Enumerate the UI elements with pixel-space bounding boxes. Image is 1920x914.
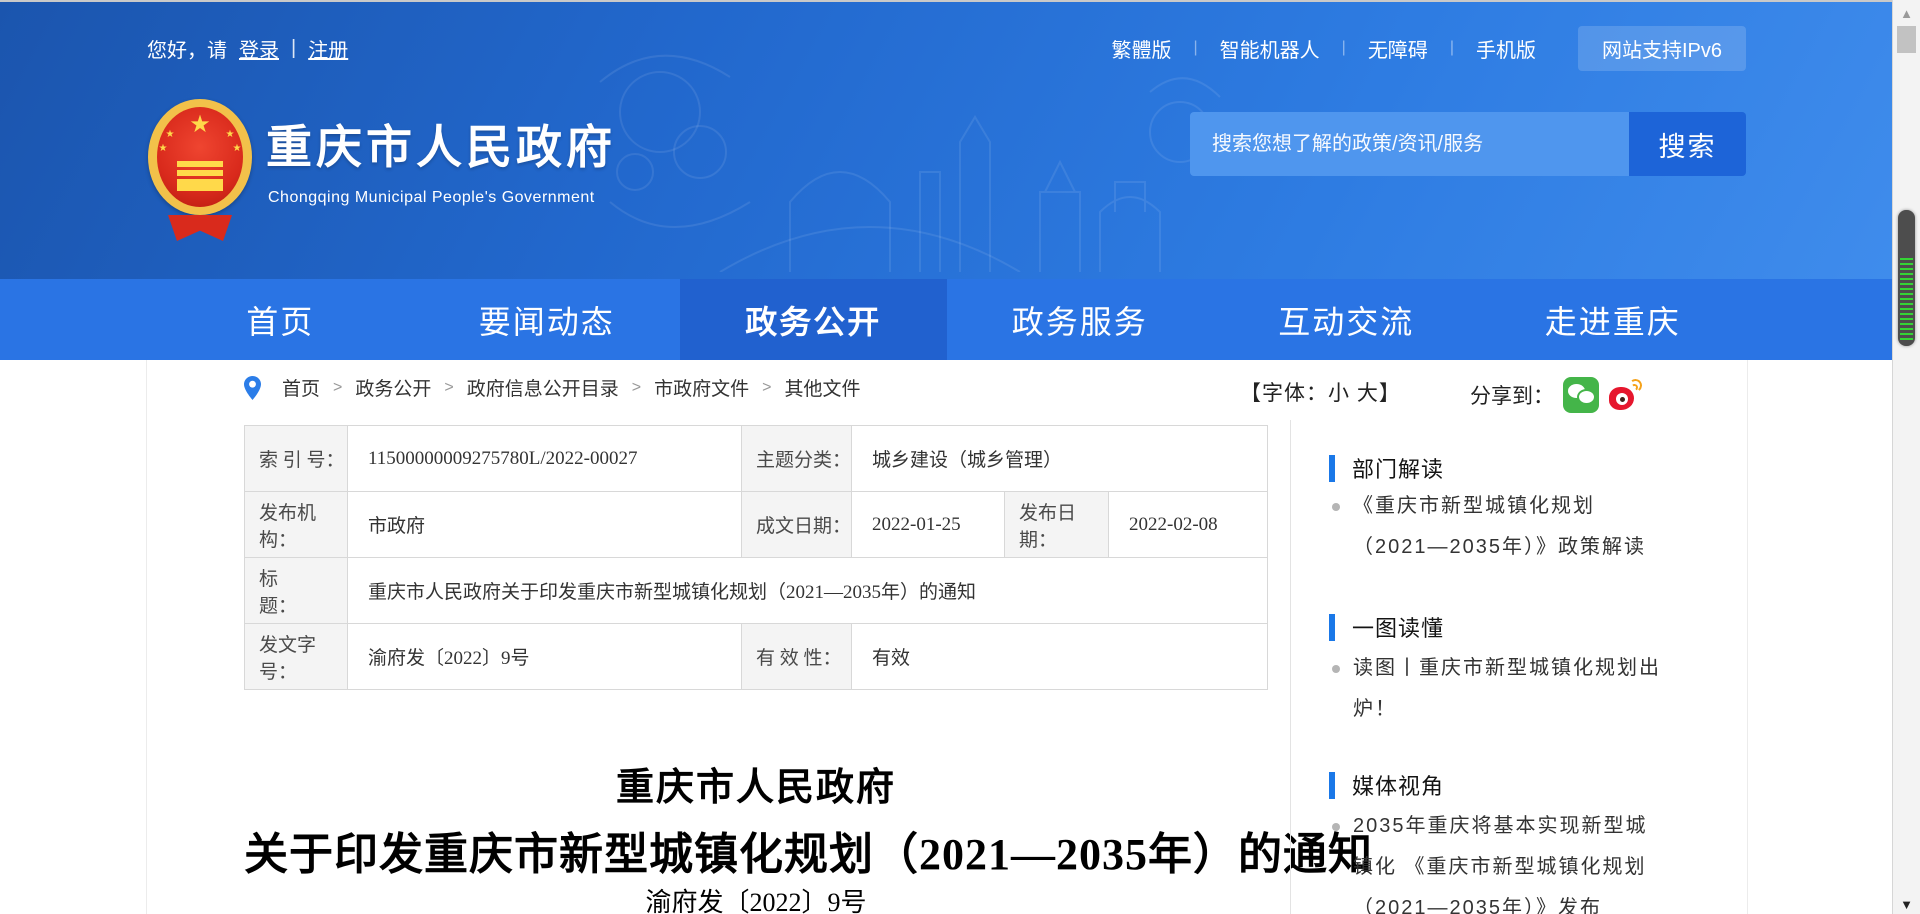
card-right-edge — [1747, 360, 1748, 914]
user-area: 您好，请 登录 | 注册 — [147, 34, 348, 63]
index-number-label: 索 引 号： — [245, 426, 348, 492]
location-pin-icon — [244, 376, 261, 400]
font-size-tool: 【字体：小 大】 — [1240, 377, 1401, 407]
sidebar-item-infographic[interactable]: 读图丨重庆市新型城镇化规划出 炉！ — [1332, 648, 1744, 730]
mobile-version-link[interactable]: 手机版 — [1454, 34, 1558, 63]
issuing-agency-label: 发布机构： — [245, 492, 348, 558]
font-larger-button[interactable]: 大 — [1357, 382, 1379, 405]
share-tool: 分享到： — [1470, 377, 1644, 413]
content-area: 首页 > 政务公开 > 政府信息公开目录 > 市政府文件 > 其他文件 【字体：… — [0, 360, 1892, 914]
sidebar-divider — [1290, 420, 1291, 914]
nav-item-news[interactable]: 要闻动态 — [414, 279, 681, 360]
font-tool-prefix: 【字体： — [1240, 382, 1328, 405]
sidebar-section-media-view: 媒体视角 — [1329, 769, 1444, 801]
top-utility-bar: 您好，请 登录 | 注册 繁體版 | 智能机器人 | 无障碍 | 手机版 网站支… — [147, 26, 1746, 70]
doc-title-label: 标 题： — [245, 558, 348, 624]
table-row: 索 引 号： 11500000009275780L/2022-00027 主题分… — [245, 426, 1268, 492]
breadcrumb-separator: > — [444, 379, 453, 397]
login-register-divider: | — [291, 37, 296, 60]
section-title: 部门解读 — [1352, 452, 1444, 484]
login-link[interactable]: 登录 — [239, 34, 279, 63]
utility-links: 繁體版 | 智能机器人 | 无障碍 | 手机版 网站支持IPv6 — [1090, 26, 1747, 71]
issuing-agency-value: 市政府 — [348, 492, 742, 558]
card-left-edge — [146, 360, 147, 914]
ipv6-support-badge[interactable]: 网站支持IPv6 — [1578, 26, 1746, 71]
topic-category-label: 主题分类： — [742, 426, 852, 492]
scrollbar-up-arrow[interactable]: ▲ — [1893, 6, 1920, 21]
site-subtitle: Chongqing Municipal People's Government — [268, 189, 595, 207]
doc-number-label: 发文字号： — [245, 624, 348, 690]
doc-title-value: 重庆市人民政府关于印发重庆市新型城镇化规划（2021—2035年）的通知 — [348, 558, 1268, 624]
search-button[interactable]: 搜索 — [1629, 112, 1746, 176]
table-row: 发布机构： 市政府 成文日期： 2022-01-25 发布日期： 2022-02… — [245, 492, 1268, 558]
bullet-icon — [1332, 665, 1340, 673]
sidebar-item-text: 《重庆市新型城镇化规划 （2021—2035年）》政策解读 — [1353, 486, 1646, 568]
national-emblem-icon: ★ ★ ★ ★ ★ — [148, 99, 252, 241]
sidebar-item-policy-interpretation[interactable]: 《重庆市新型城镇化规划 （2021—2035年）》政策解读 — [1332, 486, 1744, 568]
breadcrumb-row: 首页 > 政务公开 > 政府信息公开目录 > 市政府文件 > 其他文件 【字体：… — [244, 374, 1744, 414]
font-tool-suffix: 】 — [1379, 382, 1401, 405]
breadcrumb-separator: > — [632, 379, 641, 397]
site-header: 您好，请 登录 | 注册 繁體版 | 智能机器人 | 无障碍 | 手机版 网站支… — [0, 0, 1892, 279]
table-row: 发文字号： 渝府发〔2022〕9号 有 效 性： 有效 — [245, 624, 1268, 690]
wechat-share-icon[interactable] — [1563, 377, 1599, 413]
nav-item-gov-services[interactable]: 政务服务 — [947, 279, 1214, 360]
section-title: 媒体视角 — [1352, 769, 1444, 801]
greeting-text: 您好，请 — [147, 34, 227, 63]
search-input[interactable] — [1190, 112, 1629, 176]
scrollbar-track[interactable]: ▲ ▼ — [1892, 0, 1920, 914]
scrollbar-down-arrow[interactable]: ▼ — [1893, 897, 1920, 912]
register-link[interactable]: 注册 — [308, 34, 348, 63]
scrollbar-thumb[interactable] — [1897, 26, 1916, 53]
date-published-label: 发布日期： — [1005, 492, 1109, 558]
nav-item-about-chongqing[interactable]: 走进重庆 — [1480, 279, 1747, 360]
section-title: 一图读懂 — [1352, 611, 1444, 643]
document-title-line: 关于印发重庆市新型城镇化规划（2021—2035年）的通知 — [244, 818, 1268, 882]
weibo-share-icon[interactable] — [1608, 377, 1644, 413]
font-smaller-button[interactable]: 小 — [1328, 382, 1350, 405]
document-org-line: 重庆市人民政府 — [244, 756, 1268, 811]
breadcrumb-home[interactable]: 首页 — [282, 374, 320, 401]
breadcrumb-other-documents[interactable]: 其他文件 — [784, 374, 860, 401]
table-row: 标 题： 重庆市人民政府关于印发重庆市新型城镇化规划（2021—2035年）的通… — [245, 558, 1268, 624]
site-logo[interactable]: ★ ★ ★ ★ ★ 重庆市人民政府 Chongqing Municipal Pe… — [148, 97, 708, 247]
bullet-icon — [1332, 503, 1340, 511]
sidebar-section-dept-interpretation: 部门解读 — [1329, 452, 1444, 484]
nav-item-home[interactable]: 首页 — [147, 279, 414, 360]
accessibility-link[interactable]: 无障碍 — [1346, 34, 1450, 63]
sidebar-item-text: 2035年重庆将基本实现新型城 镇化 《重庆市新型城镇化规划 （2021—203… — [1353, 806, 1648, 914]
breadcrumb-city-documents[interactable]: 市政府文件 — [654, 374, 749, 401]
breadcrumb-gov-disclosure[interactable]: 政务公开 — [355, 374, 431, 401]
bullet-icon — [1332, 823, 1340, 831]
index-number-value: 11500000009275780L/2022-00027 — [348, 426, 742, 492]
section-accent-bar — [1329, 455, 1335, 482]
sidebar-item-media-article[interactable]: 2035年重庆将基本实现新型城 镇化 《重庆市新型城镇化规划 （2021—203… — [1332, 806, 1744, 914]
section-accent-bar — [1329, 772, 1335, 799]
smart-robot-link[interactable]: 智能机器人 — [1198, 34, 1342, 63]
site-title: 重庆市人民政府 — [266, 111, 616, 177]
validity-label: 有 效 性： — [742, 624, 852, 690]
breadcrumb-separator: > — [333, 379, 342, 397]
nav-item-interaction[interactable]: 互动交流 — [1213, 279, 1480, 360]
document-number-line: 渝府发〔2022〕9号 — [244, 882, 1268, 914]
nav-item-gov-disclosure[interactable]: 政务公开 — [680, 279, 947, 360]
date-written-value: 2022-01-25 — [852, 492, 1005, 558]
sidebar-item-text: 读图丨重庆市新型城镇化规划出 炉！ — [1353, 648, 1661, 730]
breadcrumb-info-catalog[interactable]: 政府信息公开目录 — [467, 374, 619, 401]
date-written-label: 成文日期： — [742, 492, 852, 558]
date-published-value: 2022-02-08 — [1109, 492, 1268, 558]
validity-value: 有效 — [852, 624, 1268, 690]
breadcrumb-separator: > — [762, 379, 771, 397]
site-search: 搜索 — [1190, 112, 1746, 176]
main-nav: 首页 要闻动态 政务公开 政务服务 互动交流 走进重庆 — [0, 279, 1892, 360]
page: 您好，请 登录 | 注册 繁體版 | 智能机器人 | 无障碍 | 手机版 网站支… — [0, 0, 1920, 914]
topic-category-value: 城乡建设（城乡管理） — [852, 426, 1268, 492]
traditional-chinese-link[interactable]: 繁體版 — [1090, 34, 1194, 63]
doc-number-value: 渝府发〔2022〕9号 — [348, 624, 742, 690]
scrollbar-green-indicator[interactable] — [1898, 210, 1915, 346]
share-label: 分享到： — [1470, 380, 1554, 410]
section-accent-bar — [1329, 614, 1335, 641]
sidebar-section-infographic: 一图读懂 — [1329, 611, 1444, 643]
document-metadata-table: 索 引 号： 11500000009275780L/2022-00027 主题分… — [244, 425, 1268, 690]
